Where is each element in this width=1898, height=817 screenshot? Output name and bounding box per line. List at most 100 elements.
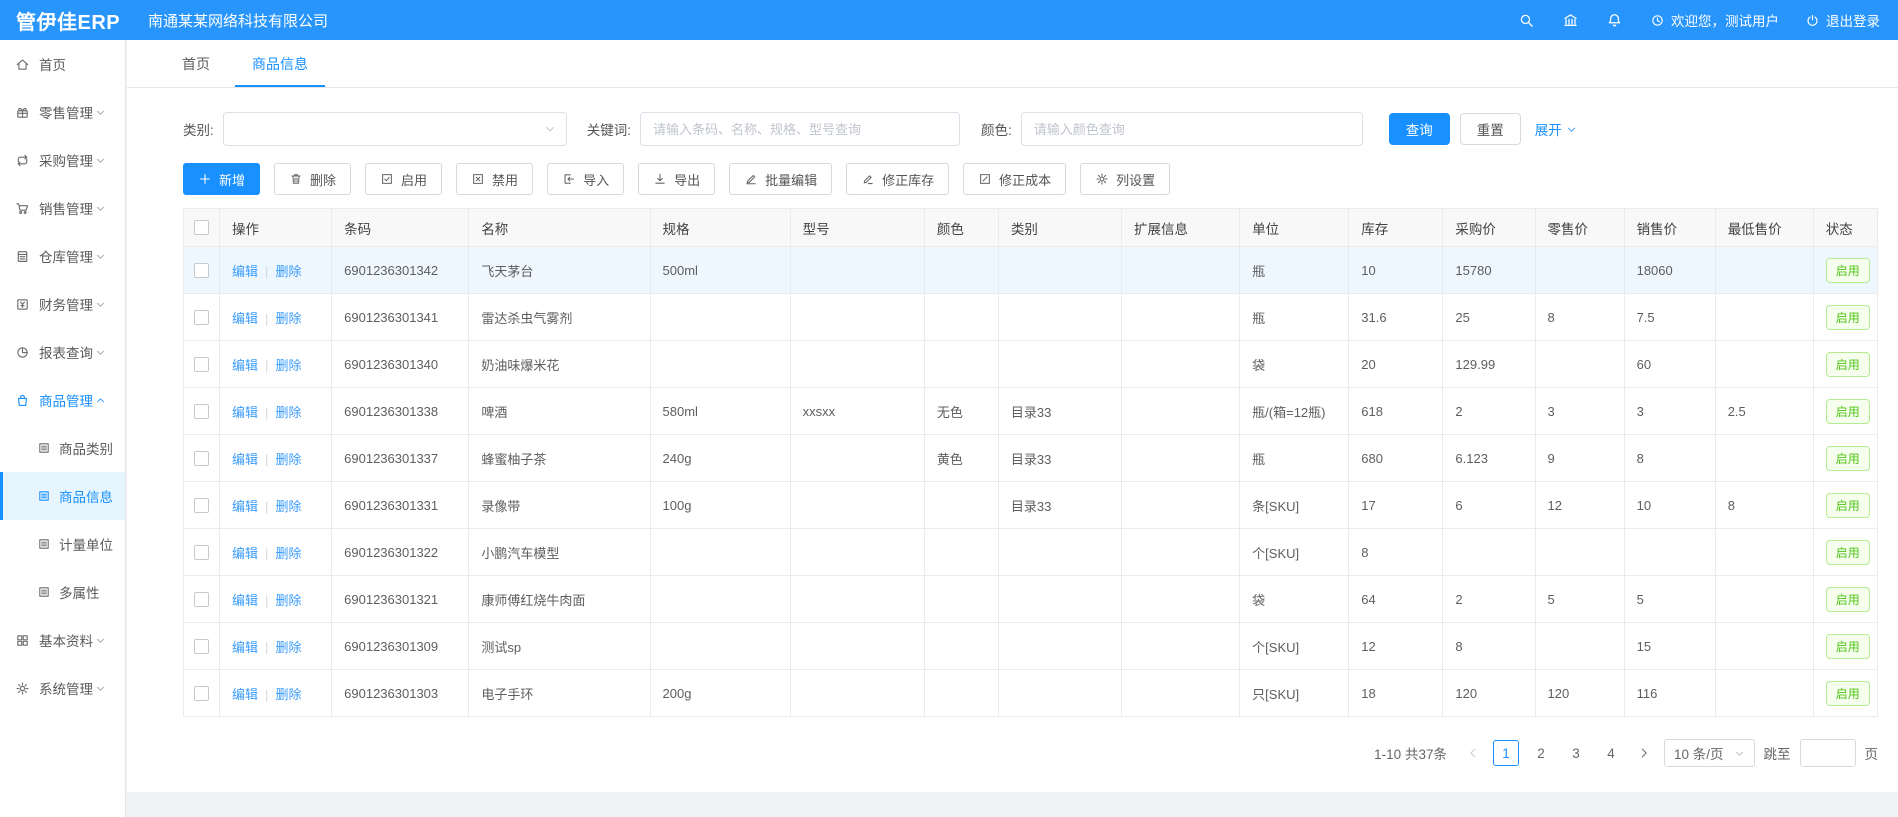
edit-link[interactable]: 编辑: [232, 499, 258, 514]
cell-model: [790, 341, 924, 388]
table-row: 编辑|删除6901236301340奶油味爆米花袋20129.9960启用: [184, 341, 1878, 388]
row-checkbox[interactable]: [194, 404, 209, 419]
search-button[interactable]: 查询: [1389, 113, 1450, 145]
export-button[interactable]: 导出: [638, 163, 715, 195]
edit-link[interactable]: 编辑: [232, 593, 258, 608]
bell-icon[interactable]: [1606, 12, 1623, 29]
keyword-input[interactable]: [640, 112, 960, 146]
page-size-select[interactable]: 10 条/页: [1664, 739, 1755, 767]
reset-button[interactable]: 重置: [1460, 113, 1521, 145]
row-checkbox[interactable]: [194, 498, 209, 513]
search-icon[interactable]: [1518, 12, 1535, 29]
row-checkbox[interactable]: [194, 545, 209, 560]
sidebar-item-sales[interactable]: 销售管理: [0, 184, 125, 232]
prev-page-button[interactable]: [1462, 746, 1484, 760]
delete-link[interactable]: 删除: [275, 264, 301, 279]
check-square-button[interactable]: 启用: [365, 163, 442, 195]
row-checkbox[interactable]: [194, 592, 209, 607]
jump-page-input[interactable]: [1800, 739, 1856, 767]
app-logo[interactable]: 管伊佳ERP: [16, 6, 134, 35]
delete-link[interactable]: 删除: [275, 640, 301, 655]
row-checkbox[interactable]: [194, 686, 209, 701]
category-select[interactable]: [223, 112, 567, 146]
delete-link[interactable]: 删除: [275, 358, 301, 373]
page-number-3[interactable]: 3: [1563, 740, 1589, 766]
select-all-checkbox[interactable]: [194, 220, 209, 235]
edit-link[interactable]: 编辑: [232, 358, 258, 373]
sidebar-subitem-4[interactable]: 多属性: [0, 568, 125, 616]
page-number-1[interactable]: 1: [1493, 740, 1519, 766]
sidebar-subitem-3[interactable]: 计量单位: [0, 520, 125, 568]
sidebar-item-system[interactable]: 系统管理: [0, 664, 125, 712]
expand-text: 展开: [1535, 119, 1562, 139]
tab-2[interactable]: 商品信息: [235, 40, 325, 87]
edit-stock-button[interactable]: 修正库存: [846, 163, 949, 195]
row-checkbox[interactable]: [194, 263, 209, 278]
delete-link[interactable]: 删除: [275, 546, 301, 561]
next-page-button[interactable]: [1633, 746, 1655, 760]
delete-link[interactable]: 删除: [275, 311, 301, 326]
status-badge[interactable]: 启用: [1826, 399, 1870, 424]
row-checkbox[interactable]: [194, 639, 209, 654]
welcome-user[interactable]: 欢迎您，测试用户: [1650, 10, 1779, 30]
expand-link[interactable]: 展开: [1535, 119, 1577, 139]
status-badge[interactable]: 启用: [1826, 540, 1870, 565]
cell-spec: [650, 341, 790, 388]
delete-link[interactable]: 删除: [275, 687, 301, 702]
tab-1[interactable]: 首页: [165, 40, 227, 87]
page-number-4[interactable]: 4: [1598, 740, 1624, 766]
import-button[interactable]: 导入: [547, 163, 624, 195]
sidebar-subitem-label: 商品类别: [59, 438, 113, 458]
edit-link[interactable]: 编辑: [232, 452, 258, 467]
page-number-2[interactable]: 2: [1528, 740, 1554, 766]
sidebar-item-product[interactable]: 商品管理: [0, 376, 125, 424]
edit-cost-button[interactable]: 修正成本: [963, 163, 1066, 195]
sidebar-item-purchase[interactable]: 采购管理: [0, 136, 125, 184]
edit-link[interactable]: 编辑: [232, 311, 258, 326]
row-checkbox[interactable]: [194, 357, 209, 372]
doc-icon: [37, 489, 51, 503]
status-badge[interactable]: 启用: [1826, 681, 1870, 706]
action-separator: |: [265, 311, 268, 326]
x-square-button[interactable]: 禁用: [456, 163, 533, 195]
sidebar-item-report[interactable]: 报表查询: [0, 328, 125, 376]
delete-link[interactable]: 删除: [275, 593, 301, 608]
toolbar-button-label: 修正成本: [999, 170, 1051, 189]
action-separator: |: [265, 546, 268, 561]
edit-link[interactable]: 编辑: [232, 687, 258, 702]
cell-unit: 只[SKU]: [1240, 670, 1349, 717]
sidebar-item-warehouse[interactable]: 仓库管理: [0, 232, 125, 280]
row-checkbox[interactable]: [194, 310, 209, 325]
sidebar-subitem-2[interactable]: 商品信息: [0, 472, 125, 520]
bank-icon[interactable]: [1562, 12, 1579, 29]
plus-button[interactable]: 新增: [183, 163, 260, 195]
status-badge[interactable]: 启用: [1826, 493, 1870, 518]
edit-link[interactable]: 编辑: [232, 640, 258, 655]
edit-link[interactable]: 编辑: [232, 546, 258, 561]
status-badge[interactable]: 启用: [1826, 587, 1870, 612]
gear-button[interactable]: 列设置: [1080, 163, 1170, 195]
sidebar-item-home[interactable]: 首页: [0, 40, 125, 88]
sidebar-item-retail[interactable]: 零售管理: [0, 88, 125, 136]
row-checkbox[interactable]: [194, 451, 209, 466]
edit-button[interactable]: 批量编辑: [729, 163, 832, 195]
status-badge[interactable]: 启用: [1826, 446, 1870, 471]
status-badge[interactable]: 启用: [1826, 352, 1870, 377]
status-badge[interactable]: 启用: [1826, 634, 1870, 659]
logout-button[interactable]: 退出登录: [1805, 10, 1880, 30]
edit-link[interactable]: 编辑: [232, 405, 258, 420]
delete-link[interactable]: 删除: [275, 499, 301, 514]
sidebar-subitem-1[interactable]: 商品类别: [0, 424, 125, 472]
cell-unit: 瓶: [1240, 435, 1349, 482]
edit-link[interactable]: 编辑: [232, 264, 258, 279]
delete-link[interactable]: 删除: [275, 405, 301, 420]
status-badge[interactable]: 启用: [1826, 305, 1870, 330]
delete-link[interactable]: 删除: [275, 452, 301, 467]
sidebar-item-basic[interactable]: 基本资料: [0, 616, 125, 664]
sidebar-item-finance[interactable]: 财务管理: [0, 280, 125, 328]
row-select-cell: [184, 388, 220, 435]
color-input[interactable]: [1021, 112, 1363, 146]
cell-retail: [1535, 623, 1624, 670]
status-badge[interactable]: 启用: [1826, 258, 1870, 283]
trash-button[interactable]: 删除: [274, 163, 351, 195]
